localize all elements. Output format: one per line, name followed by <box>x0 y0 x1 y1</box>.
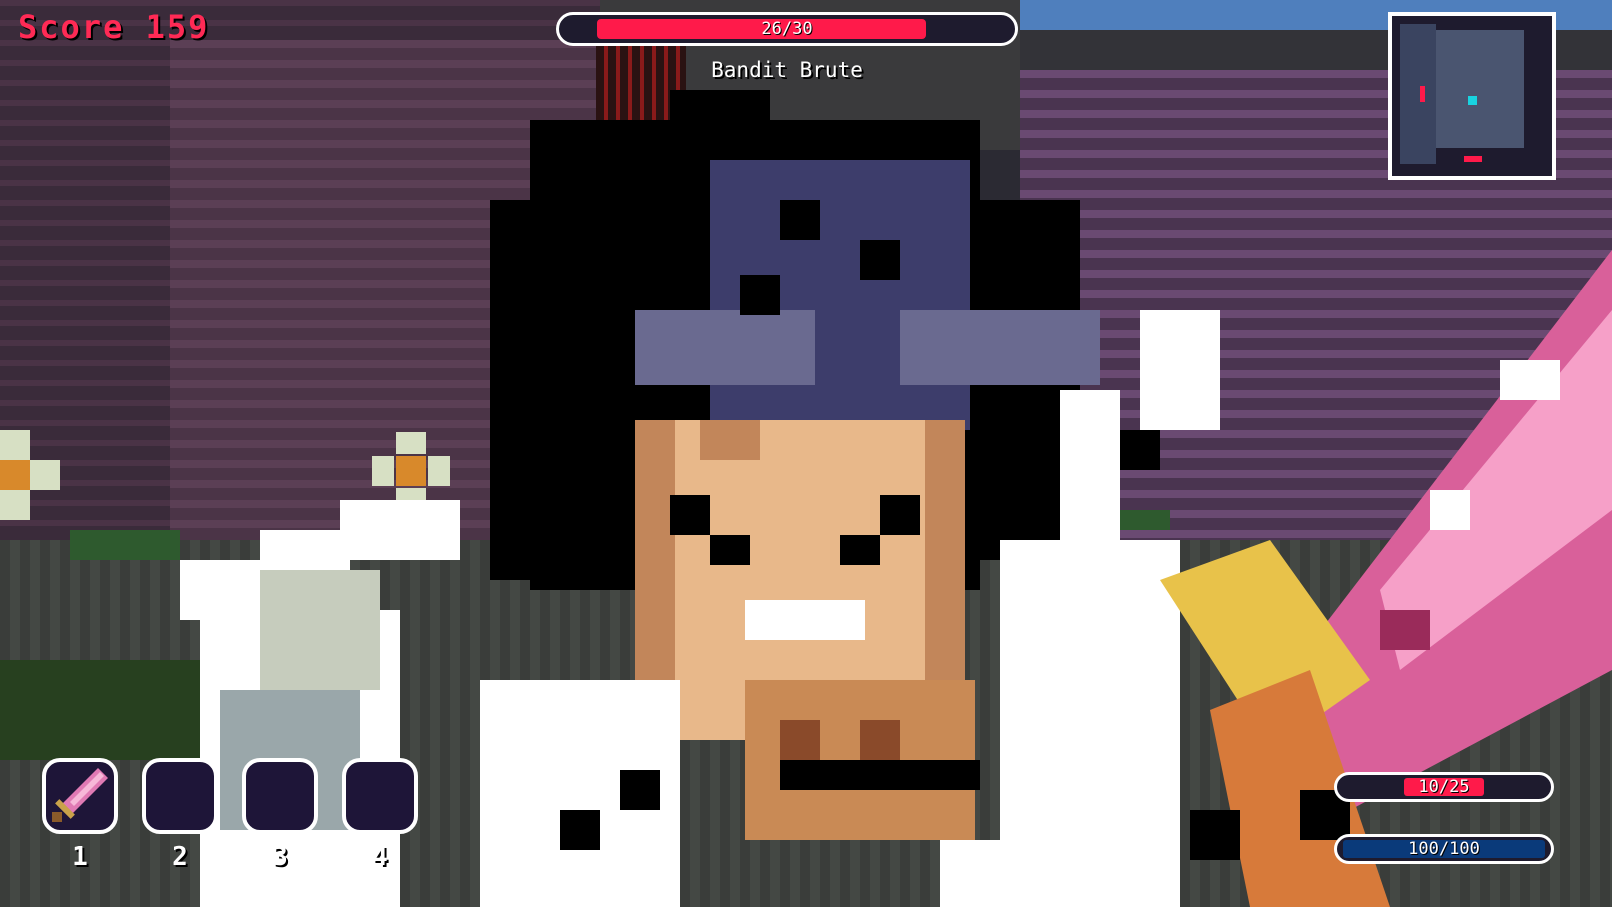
hotbar-slot-number: 2 <box>172 842 188 872</box>
boss-health-bar: 26/30 <box>556 12 1018 46</box>
flower-icon <box>0 430 60 520</box>
boss-health-text: 26/30 <box>761 19 813 39</box>
minimap-enemy-marker <box>1464 156 1482 162</box>
minimap[interactable] <box>1388 12 1556 180</box>
hotbar-slot-1[interactable] <box>42 758 118 834</box>
score-label: Score 159 <box>18 8 210 46</box>
hotbar-slot-4[interactable] <box>342 758 418 834</box>
hotbar-slot-number: 3 <box>272 842 288 872</box>
held-pink-sword <box>1160 250 1612 907</box>
minimap-enemy-marker <box>1420 86 1425 102</box>
player-health-text: 10/25 <box>1418 777 1470 797</box>
pink-sword-icon <box>52 768 108 822</box>
minimap-corridor <box>1400 24 1436 164</box>
minimap-canvas <box>1392 16 1552 176</box>
minimap-player-marker <box>1468 96 1477 105</box>
hotbar-slot-2[interactable] <box>142 758 218 834</box>
boss-name: Bandit Brute <box>711 58 863 82</box>
hotbar-slot-number: 1 <box>72 842 88 872</box>
hotbar-slot-3[interactable] <box>242 758 318 834</box>
grass-tuft <box>70 530 180 560</box>
hotbar-slot-number: 4 <box>372 842 388 872</box>
grass-tuft <box>0 660 200 760</box>
player-mana-text: 100/100 <box>1408 839 1480 859</box>
player-health-bar: 10/25 <box>1334 772 1554 802</box>
player-mana-bar: 100/100 <box>1334 834 1554 864</box>
